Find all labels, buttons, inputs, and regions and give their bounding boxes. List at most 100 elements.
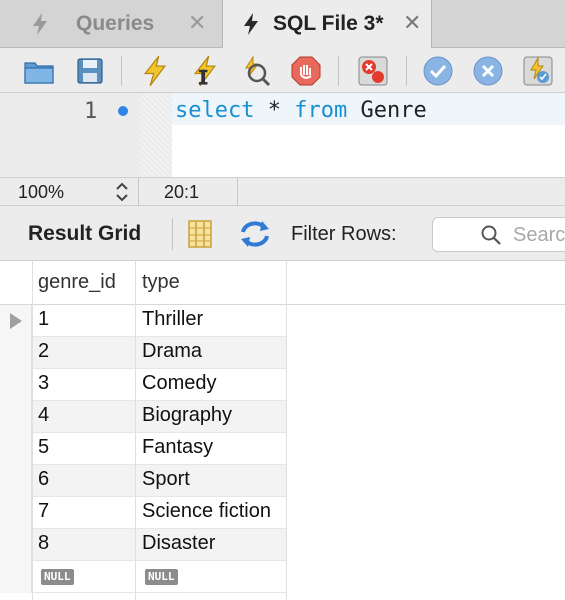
filter-search-input[interactable] [513, 222, 565, 248]
zoom-level: 100% [18, 182, 65, 202]
row-indicator[interactable] [0, 401, 32, 433]
row-indicator[interactable] [0, 529, 32, 561]
cell-type[interactable]: Comedy [142, 372, 216, 395]
open-folder-button[interactable] [22, 54, 56, 88]
result-grid-label[interactable]: Result Grid [28, 222, 141, 246]
cell-type[interactable]: Biography [142, 404, 232, 427]
result-grid: genre_id type 1 Thriller 2 Drama 3 Comedy 4 Bio… [0, 261, 565, 600]
line-number: 1 [84, 99, 98, 124]
cell-genre-id[interactable]: 4 [38, 404, 49, 427]
lightning-bolt-icon [244, 13, 258, 35]
null-badge[interactable]: NULL [145, 569, 178, 585]
results-separator [172, 218, 173, 250]
close-icon[interactable]: ✕ [188, 11, 206, 35]
table-row[interactable]: 1 Thriller [0, 305, 565, 337]
cell-type[interactable]: Drama [142, 340, 202, 363]
row-indicator[interactable] [0, 465, 32, 497]
rollback-button[interactable] [471, 54, 505, 88]
row-indicator[interactable] [0, 497, 32, 529]
tab-sql-file-label: SQL File 3* [273, 12, 384, 35]
explain-button[interactable] [238, 54, 272, 88]
explain-icon [245, 55, 271, 87]
table-row[interactable]: 5 Fantasy [0, 433, 565, 465]
filter-rows-label: Filter Rows: [291, 223, 397, 245]
toolbar-separator [406, 56, 407, 86]
column-divider [32, 261, 33, 600]
tab-queries[interactable]: Queries ✕ [0, 0, 222, 48]
cell-genre-id[interactable]: 2 [38, 340, 49, 363]
sql-keyword: select [175, 98, 255, 123]
table-row[interactable]: 4 Biography [0, 401, 565, 433]
autocommit-button[interactable] [521, 54, 555, 88]
table-row[interactable]: 7 Science fiction [0, 497, 565, 529]
line-gutter [0, 93, 140, 177]
search-icon [481, 225, 501, 245]
table-row[interactable]: NULL NULL [0, 561, 565, 593]
column-header-genre-id[interactable]: genre_id [38, 271, 116, 294]
tab-sql-file-3[interactable]: SQL File 3* ✕ [222, 0, 432, 49]
save-button[interactable] [73, 54, 107, 88]
rollback-icon [473, 56, 503, 86]
row-indicator[interactable] [0, 305, 32, 337]
cell-type[interactable]: Thriller [142, 308, 203, 331]
grid-header: genre_id type [0, 261, 565, 305]
cursor-position: 20:1 [164, 182, 200, 202]
table-row[interactable]: 2 Drama [0, 337, 565, 369]
row-indicator[interactable] [0, 337, 32, 369]
execute-button[interactable] [138, 54, 172, 88]
cell-genre-id[interactable]: 8 [38, 532, 49, 555]
column-layout-icon[interactable] [187, 219, 213, 249]
cell-genre-id[interactable]: 7 [38, 500, 49, 523]
toolbar-separator [338, 56, 339, 86]
fold-gutter [140, 93, 172, 177]
cell-genre-id[interactable]: 1 [38, 308, 49, 331]
table-row[interactable]: 8 Disaster [0, 529, 565, 561]
row-indicator[interactable] [0, 433, 32, 465]
sql-text: * [254, 98, 295, 123]
save-icon [77, 58, 103, 84]
current-row-arrow-icon [10, 313, 22, 329]
stop-icon [291, 56, 321, 86]
cell-genre-id[interactable]: 5 [38, 436, 49, 459]
refresh-icon[interactable] [238, 218, 272, 250]
commit-icon [423, 56, 453, 86]
sql-keyword: from [294, 98, 348, 123]
stop-button[interactable] [289, 54, 323, 88]
row-indicator[interactable] [0, 561, 32, 593]
toolbar-separator [121, 56, 122, 86]
close-icon[interactable]: ✕ [403, 11, 421, 35]
cell-type[interactable]: Science fiction [142, 500, 271, 523]
execute-current-icon [193, 55, 217, 87]
row-indicator[interactable] [0, 369, 32, 401]
table-row[interactable]: 3 Comedy [0, 369, 565, 401]
sql-code-line[interactable]: select * from Genre [175, 98, 427, 123]
zoom-stepper-icon[interactable] [114, 180, 130, 204]
column-divider [135, 261, 136, 600]
row-separator [32, 592, 286, 593]
commit-button[interactable] [421, 54, 455, 88]
lightning-bolt-icon [33, 13, 47, 35]
status-separator [237, 178, 238, 207]
statement-marker-icon [118, 106, 128, 116]
editor-toolbar [0, 48, 565, 93]
cell-type[interactable]: Fantasy [142, 436, 213, 459]
null-badge[interactable]: NULL [41, 569, 74, 585]
autocommit-icon [523, 56, 553, 86]
sql-editor[interactable]: 1 select * from Genre [0, 93, 565, 177]
toggle-stop-on-error-button[interactable] [356, 54, 390, 88]
cell-genre-id[interactable]: 6 [38, 468, 49, 491]
toggle-stop-on-error-icon [358, 56, 388, 86]
execute-icon [143, 55, 167, 87]
filter-search-box[interactable] [432, 217, 565, 252]
cell-genre-id[interactable]: 3 [38, 372, 49, 395]
cell-type[interactable]: Disaster [142, 532, 215, 555]
table-row[interactable]: 6 Sport [0, 465, 565, 497]
column-header-type[interactable]: type [142, 271, 180, 294]
results-toolbar: Result Grid Filter Rows: [0, 206, 565, 261]
column-divider [286, 261, 287, 600]
tab-queries-label: Queries [76, 12, 155, 35]
execute-current-button[interactable] [188, 54, 222, 88]
status-separator [138, 178, 139, 207]
cell-type[interactable]: Sport [142, 468, 190, 491]
tab-bar: Queries ✕ SQL File 3* ✕ [0, 0, 565, 49]
